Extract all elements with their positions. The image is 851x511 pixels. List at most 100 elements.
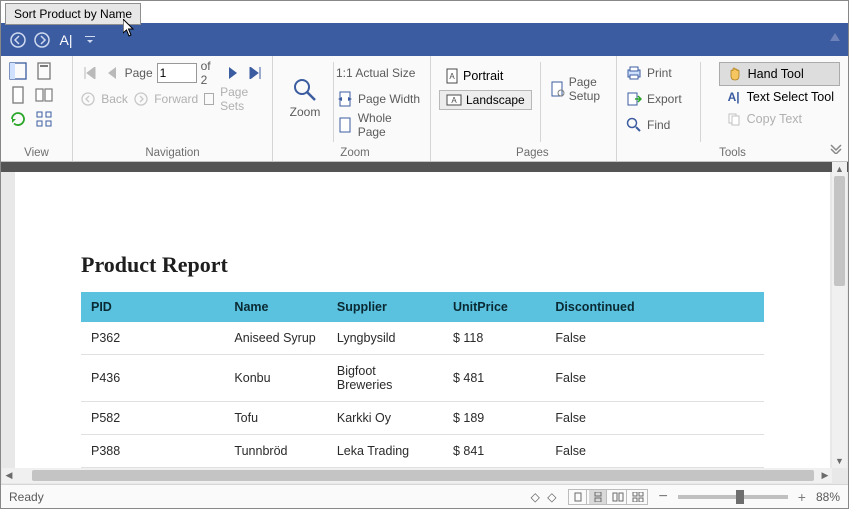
single-page-icon[interactable]: [9, 86, 27, 104]
page-number-input[interactable]: [157, 63, 197, 83]
text-select-icon: A|: [725, 88, 743, 106]
vertical-scrollbar[interactable]: ▲ ▼: [832, 162, 847, 468]
pm-two-icon[interactable]: [609, 490, 627, 504]
table-row: P388TunnbrödLeka Trading$ 841False: [81, 435, 764, 468]
ribbon-min-arrow-icon[interactable]: [830, 30, 840, 44]
table-row: P362Aniseed SyrupLyngbysild$ 118False: [81, 322, 764, 355]
page-view-mode[interactable]: [568, 489, 648, 505]
copy-text-button: Copy Text: [719, 108, 840, 130]
cell-pid: P436: [81, 355, 224, 402]
group-label-navigation: Navigation: [81, 147, 264, 159]
prev-page-icon[interactable]: [103, 64, 121, 82]
diamond-nav[interactable]: ◇ ◇: [531, 490, 559, 504]
export-icon: [625, 90, 643, 108]
grid-icon[interactable]: [35, 110, 53, 128]
cell-name: Aniseed Syrup: [224, 322, 326, 355]
cell-name: Konbu: [224, 355, 326, 402]
col-pid: PID: [81, 292, 224, 322]
ribbon-collapse-icon[interactable]: [830, 144, 842, 157]
group-label-zoom: Zoom: [288, 147, 422, 159]
viewer-dark-strip: [1, 162, 848, 172]
zoom-button[interactable]: Zoom: [281, 62, 329, 134]
status-bar: Ready ◇ ◇ − + 88%: [1, 484, 848, 508]
col-discontinued: Discontinued: [545, 292, 764, 322]
landscape-label: Landscape: [466, 93, 525, 107]
first-page-icon[interactable]: [81, 64, 99, 82]
cell-disc: False: [545, 435, 764, 468]
actual-size-button[interactable]: 1:1 Actual Size: [336, 66, 415, 80]
zoom-percent: 88%: [816, 490, 840, 504]
cell-pid: P388: [81, 435, 224, 468]
scroll-left-icon[interactable]: ◀: [2, 468, 16, 483]
hand-icon: [726, 65, 744, 83]
outline-panel-icon[interactable]: [9, 62, 27, 80]
col-unitprice: UnitPrice: [443, 292, 545, 322]
find-button[interactable]: Find: [647, 118, 670, 132]
zoom-out-icon[interactable]: −: [658, 488, 667, 506]
page-width-button[interactable]: Page Width: [358, 92, 420, 106]
page-setup-icon: [549, 80, 565, 98]
print-button[interactable]: Print: [647, 66, 672, 80]
hand-tool-label: Hand Tool: [748, 67, 804, 81]
group-label-view: View: [9, 147, 64, 159]
nav-forward-icon[interactable]: [33, 31, 51, 49]
hand-tool-button[interactable]: Hand Tool: [719, 62, 840, 86]
scroll-right-icon[interactable]: ▶: [818, 468, 832, 483]
quickbar-dropdown-icon[interactable]: [81, 31, 99, 49]
cell-supplier: Leka Trading: [327, 435, 443, 468]
page-label: Page: [125, 66, 153, 80]
report-title: Product Report: [81, 252, 764, 278]
page-setup-button[interactable]: Page Setup: [569, 75, 608, 103]
back-button: Back: [101, 92, 128, 106]
zoom-label: Zoom: [290, 105, 321, 119]
whole-page-button[interactable]: Whole Page: [358, 111, 422, 139]
whole-page-icon: [336, 116, 354, 134]
thumbnails-panel-icon[interactable]: [35, 62, 53, 80]
cell-disc: False: [545, 355, 764, 402]
pm-grid-icon[interactable]: [629, 490, 647, 504]
zoom-slider[interactable]: [678, 495, 788, 499]
pm-single-icon[interactable]: [569, 490, 587, 504]
horizontal-scrollbar[interactable]: ◀ ▶: [2, 468, 832, 483]
export-button[interactable]: Export: [647, 92, 682, 106]
text-select-label: Text Select Tool: [747, 90, 834, 104]
scroll-up-icon[interactable]: ▲: [832, 162, 847, 176]
next-page-icon[interactable]: [224, 64, 242, 82]
zoom-slider-knob[interactable]: [736, 490, 744, 504]
cell-pid: P582: [81, 402, 224, 435]
cell-supplier: Lyngbysild: [327, 322, 443, 355]
hscroll-thumb[interactable]: [32, 470, 814, 481]
cell-supplier: Bigfoot Breweries: [327, 355, 443, 402]
portrait-button[interactable]: A Portrait: [439, 66, 532, 86]
cell-name: Tofu: [224, 402, 326, 435]
nav-back-icon[interactable]: [9, 31, 27, 49]
cell-name: Tunnbröd: [224, 435, 326, 468]
ribbon: View Page of 2 Back Forward: [1, 56, 848, 162]
zoom-in-icon[interactable]: +: [798, 489, 806, 505]
sort-product-button[interactable]: Sort Product by Name: [5, 3, 141, 25]
report-table: PID Name Supplier UnitPrice Discontinued…: [81, 292, 764, 468]
last-page-icon[interactable]: [246, 64, 264, 82]
pagesets-checkbox[interactable]: [204, 93, 214, 105]
cell-pid: P362: [81, 322, 224, 355]
page-width-icon: [336, 90, 354, 108]
text-cursor-icon[interactable]: A|: [57, 31, 75, 49]
col-name: Name: [224, 292, 326, 322]
vscroll-thumb[interactable]: [834, 176, 845, 286]
copy-text-label: Copy Text: [747, 112, 802, 126]
forward-icon: [134, 90, 148, 108]
print-icon: [625, 64, 643, 82]
two-page-icon[interactable]: [35, 86, 53, 104]
col-supplier: Supplier: [327, 292, 443, 322]
title-bar: A|: [1, 23, 848, 56]
cell-price: $ 118: [443, 322, 545, 355]
pm-continuous-icon[interactable]: [589, 490, 607, 504]
refresh-icon[interactable]: [9, 110, 27, 128]
scroll-down-icon[interactable]: ▼: [832, 454, 847, 468]
landscape-button[interactable]: A Landscape: [439, 90, 532, 110]
text-select-button[interactable]: A| Text Select Tool: [719, 86, 840, 108]
find-icon: [625, 116, 643, 134]
table-row: P436KonbuBigfoot Breweries$ 481False: [81, 355, 764, 402]
viewer-area: Product Report PID Name Supplier UnitPri…: [1, 162, 848, 484]
group-label-tools: Tools: [617, 147, 848, 159]
